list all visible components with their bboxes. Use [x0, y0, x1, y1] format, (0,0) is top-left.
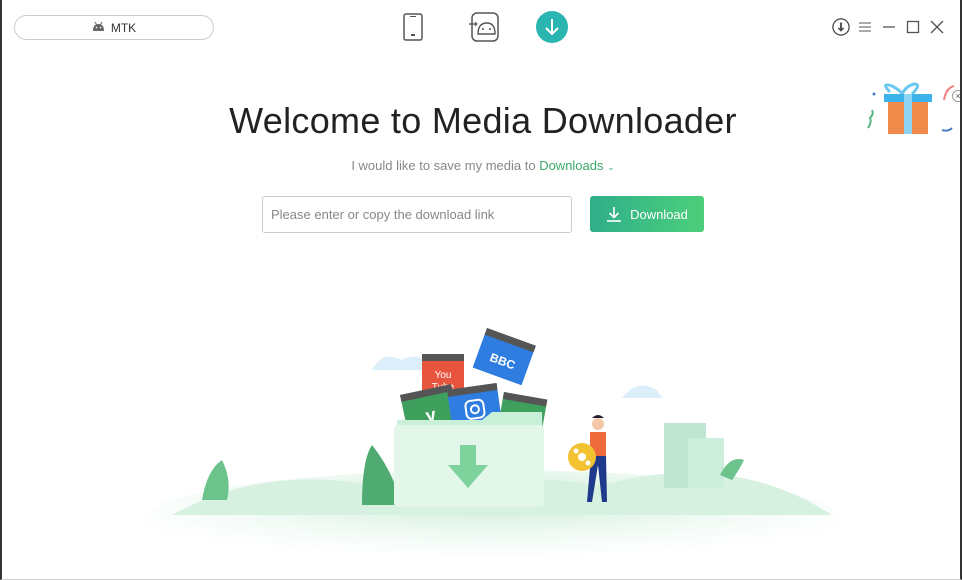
- media-illustration: YouTube BBC v: [142, 328, 842, 570]
- app-window: MTK × Welcome to Media Downloader I woul…: [0, 0, 962, 580]
- save-location-line: I would like to save my media to Downloa…: [2, 158, 960, 173]
- save-location-dropdown[interactable]: Downloads ⌄: [539, 158, 615, 173]
- save-prefix: I would like to save my media to: [351, 158, 536, 173]
- download-icon[interactable]: [535, 10, 569, 44]
- device-selector[interactable]: MTK: [14, 15, 214, 40]
- close-icon[interactable]: [928, 16, 946, 38]
- phone-icon[interactable]: [396, 10, 430, 44]
- bbc-clip: BBC: [472, 328, 536, 386]
- download-circle-icon[interactable]: [832, 16, 850, 38]
- device-name: MTK: [110, 20, 137, 35]
- chevron-down-icon: ⌄: [607, 162, 615, 172]
- page-title: Welcome to Media Downloader: [229, 100, 737, 141]
- download-button[interactable]: Download: [590, 196, 704, 232]
- android-icon: [92, 21, 105, 35]
- download-arrow-icon: [607, 207, 622, 222]
- menu-icon[interactable]: [856, 16, 874, 38]
- window-controls: [832, 16, 946, 38]
- minimize-icon[interactable]: [880, 16, 898, 38]
- svg-text:You: You: [435, 370, 452, 381]
- android-transfer-icon[interactable]: [467, 10, 501, 44]
- maximize-icon[interactable]: [904, 16, 922, 38]
- download-link-input[interactable]: [262, 196, 572, 233]
